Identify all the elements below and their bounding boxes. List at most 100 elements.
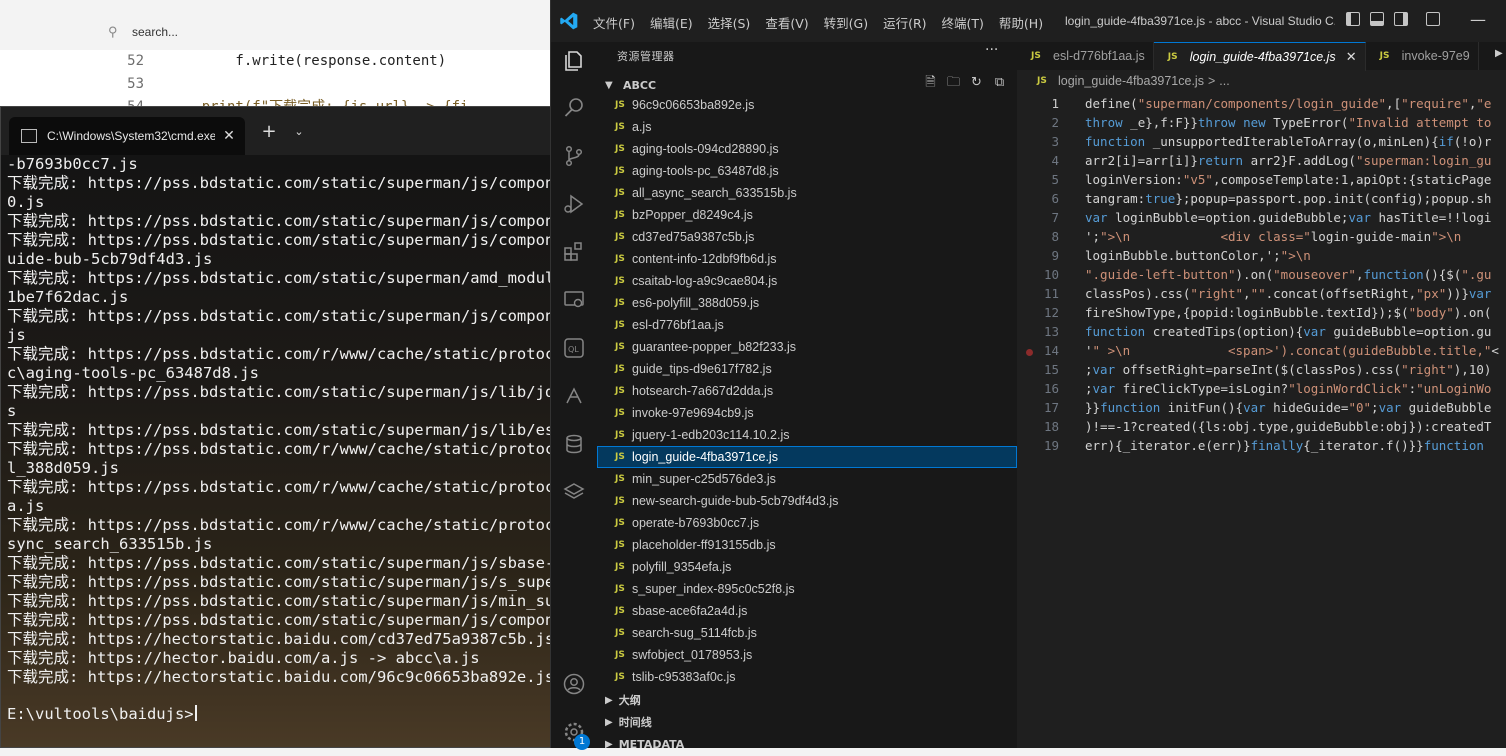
file-item[interactable]: JS search-sug_5114fcb.js: [597, 622, 1017, 644]
file-item[interactable]: JS swfobject_0178953.js: [597, 644, 1017, 666]
sidebar-section[interactable]: ▶ 大纲: [597, 690, 1017, 712]
file-item[interactable]: JS all_async_search_633515b.js: [597, 182, 1017, 204]
code-line: 19 err){_iterator.e(err)}finally{_iterato…: [1017, 436, 1506, 455]
close-icon[interactable]: ✕: [1346, 49, 1357, 65]
code-editor[interactable]: 1 define("superman/components/login_guide…: [1017, 94, 1506, 455]
cmd-output-line: 下载完成: https://pss.bdstatic.com/r/www/cac…: [7, 440, 551, 458]
code-line: 6 tangram:true};popup=passport.pop.init(c…: [1017, 189, 1506, 208]
toggle-secondary-sidebar-icon[interactable]: [1394, 12, 1408, 26]
file-item[interactable]: JS esl-d776bf1aa.js: [597, 314, 1017, 336]
code-line: 18)!==-1?created({ls:obj.type,guideBubbl…: [1017, 417, 1506, 436]
search-icon[interactable]: [562, 96, 586, 120]
testing-icon[interactable]: [562, 384, 586, 408]
menu-item[interactable]: 文件(F): [593, 13, 635, 32]
sidebar-section[interactable]: ▶ METADATA: [597, 734, 1017, 756]
source-control-icon[interactable]: [562, 144, 586, 168]
file-item[interactable]: JS content-info-12dbf9fb6d.js: [597, 248, 1017, 270]
account-icon[interactable]: [562, 672, 586, 696]
file-item[interactable]: JS sbase-ace6fa2a4d.js: [597, 600, 1017, 622]
file-item[interactable]: JS hotsearch-7a667d2dda.js: [597, 380, 1017, 402]
breadcrumb-symbol[interactable]: ...: [1219, 74, 1229, 88]
file-item[interactable]: JS csaitab-log-a9c9cae804.js: [597, 270, 1017, 292]
file-name: polyfill_9354efa.js: [632, 560, 732, 574]
sql-tools-icon[interactable]: QL: [562, 336, 586, 360]
cmd-console[interactable]: -b7693b0cc7.js 下载完成: https://pss.bdstatic…: [1, 155, 551, 747]
file-item[interactable]: JS new-search-guide-bub-5cb79df4d3.js: [597, 490, 1017, 512]
file-item[interactable]: JS login_guide-4fba3971ce.js: [597, 446, 1017, 468]
menu-item[interactable]: 帮助(H): [999, 13, 1043, 32]
file-item[interactable]: JS min_super-c25d576de3.js: [597, 468, 1017, 490]
js-file-icon: JS: [615, 386, 625, 396]
run-debug-icon[interactable]: [562, 192, 586, 216]
toggle-sidebar-icon[interactable]: [1346, 12, 1360, 26]
customize-layout-icon[interactable]: [1426, 12, 1440, 26]
chevron-down-icon[interactable]: ⌄: [289, 122, 309, 142]
layers-icon[interactable]: [562, 480, 586, 504]
code-line: 16 ;var fireClickType=isLogin?"loginWordC…: [1017, 379, 1506, 398]
cmd-output-line: 下载完成: https://pss.bdstatic.com/static/su…: [7, 269, 551, 287]
file-item[interactable]: JS bzPopper_d8249c4.js: [597, 204, 1017, 226]
svg-text:QL: QL: [568, 345, 579, 354]
new-folder-icon[interactable]: 🗀: [946, 75, 961, 90]
file-item[interactable]: JS guide_tips-d9e617f782.js: [597, 358, 1017, 380]
editor-tab[interactable]: JS esl-d776bf1aa.js: [1017, 42, 1154, 70]
menu-item[interactable]: 终端(T): [942, 13, 984, 32]
file-item[interactable]: JS tslib-c95383af0c.js: [597, 666, 1017, 688]
close-icon[interactable]: ✕: [221, 128, 237, 144]
file-item[interactable]: JS guarantee-popper_b82f233.js: [597, 336, 1017, 358]
menu-item[interactable]: 转到(G): [824, 13, 868, 32]
breadcrumb-file[interactable]: login_guide-4fba3971ce.js: [1058, 74, 1204, 88]
line-number: 12: [1043, 305, 1059, 320]
editor-tab[interactable]: JS invoke-97e9: [1366, 42, 1479, 70]
file-item[interactable]: JS operate-b7693b0cc7.js: [597, 512, 1017, 534]
line-number: 6: [1051, 191, 1059, 206]
menu-item[interactable]: 选择(S): [708, 13, 751, 32]
database-icon[interactable]: [562, 432, 586, 456]
new-tab-button[interactable]: +: [259, 122, 279, 142]
file-name: guide_tips-d9e617f782.js: [632, 362, 772, 376]
minimize-button[interactable]: —: [1463, 10, 1493, 30]
sidebar-section[interactable]: ▶ 时间线: [597, 712, 1017, 734]
js-file-icon: JS: [615, 364, 625, 374]
cmd-output-line: js: [7, 326, 26, 344]
more-actions-button[interactable]: ···: [985, 42, 998, 58]
code-line: 14 '" >\n <span>').concat(guideBubble.tit…: [1017, 341, 1506, 360]
file-item[interactable]: JS polyfill_9354efa.js: [597, 556, 1017, 578]
remote-explorer-icon[interactable]: [562, 288, 586, 312]
js-file-icon: JS: [615, 100, 625, 110]
code-text: ';">\n <div class="login-guide-main">\n: [1085, 229, 1462, 244]
collapse-all-icon[interactable]: ⧉: [992, 75, 1007, 90]
file-item[interactable]: JS placeholder-ff913155db.js: [597, 534, 1017, 556]
file-item[interactable]: JS cd37ed75a9387c5b.js: [597, 226, 1017, 248]
background-search-input[interactable]: ⚲ search...: [108, 20, 528, 44]
file-item[interactable]: JS aging-tools-094cd28890.js: [597, 138, 1017, 160]
cmd-output-line: 下载完成: https://pss.bdstatic.com/static/su…: [7, 554, 551, 572]
section-label: METADATA: [618, 738, 685, 751]
file-item[interactable]: JS a.js: [597, 116, 1017, 138]
file-item[interactable]: JS s_super_index-895c0c52f8.js: [597, 578, 1017, 600]
cmd-prompt[interactable]: E:\vultools\baidujs>: [7, 705, 197, 724]
line-number: 14: [1043, 343, 1059, 358]
file-item[interactable]: JS 96c9c06653ba892e.js: [597, 94, 1017, 116]
background-code-area[interactable]: 52 f.write(response.content) 53 54 print…: [0, 50, 560, 115]
menu-item[interactable]: 运行(R): [883, 13, 926, 32]
file-item[interactable]: JS jquery-1-edb203c114.10.2.js: [597, 424, 1017, 446]
extensions-icon[interactable]: [562, 240, 586, 264]
cmd-output-line: sync_search_633515b.js: [7, 535, 213, 553]
file-item[interactable]: JS invoke-97e9694cb9.js: [597, 402, 1017, 424]
menu-item[interactable]: 查看(V): [765, 13, 808, 32]
menu-item[interactable]: 编辑(E): [650, 13, 693, 32]
code-line: 10 ".guide-left-button").on("mouseover",f…: [1017, 265, 1506, 284]
cmd-output-line: l_388d059.js: [7, 459, 119, 477]
chevron-right-icon[interactable]: ▶: [1495, 48, 1503, 59]
new-file-icon[interactable]: 🗎: [923, 75, 938, 90]
file-name: invoke-97e9694cb9.js: [632, 406, 754, 420]
explorer-icon[interactable]: [562, 49, 586, 73]
toggle-panel-icon[interactable]: [1370, 12, 1384, 26]
code-text: tangram:true};popup=passport.pop.init(co…: [1085, 191, 1492, 206]
cmd-tab[interactable]: C:\Windows\System32\cmd.exe ✕: [9, 117, 245, 155]
file-item[interactable]: JS es6-polyfill_388d059.js: [597, 292, 1017, 314]
file-item[interactable]: JS aging-tools-pc_63487d8.js: [597, 160, 1017, 182]
refresh-icon[interactable]: ↻: [969, 75, 984, 90]
editor-tab[interactable]: JS login_guide-4fba3971ce.js ✕: [1153, 42, 1366, 71]
